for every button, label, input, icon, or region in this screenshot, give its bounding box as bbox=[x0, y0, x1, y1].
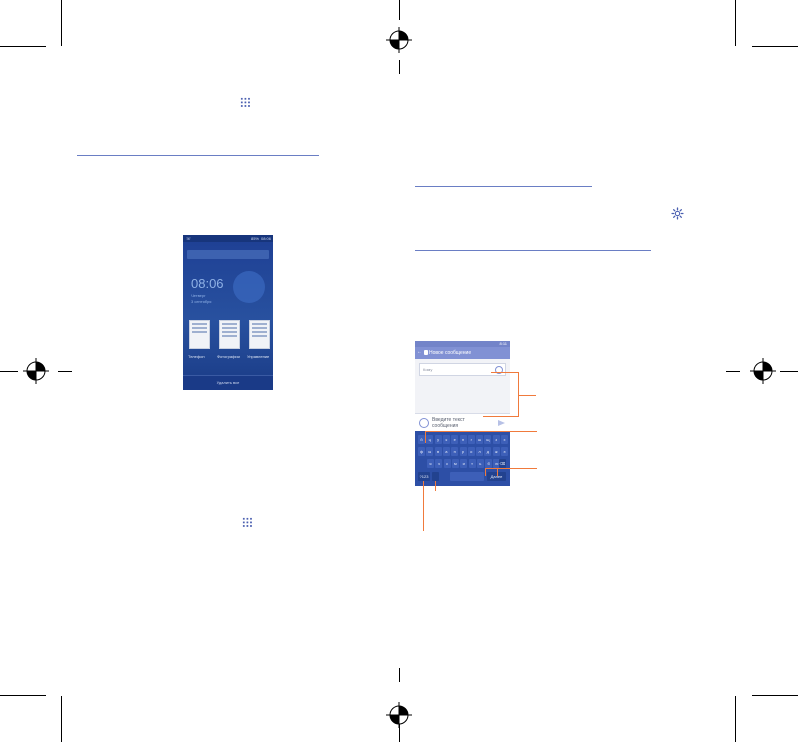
date-widget: Четверг 3 сентября bbox=[191, 293, 212, 304]
compose-placeholder: Введите текст сообщения bbox=[432, 417, 465, 429]
crop-mark bbox=[780, 371, 798, 372]
crop-mark bbox=[399, 60, 400, 74]
keyboard-key: г bbox=[467, 435, 475, 444]
crop-mark bbox=[0, 695, 46, 696]
keyboard-key: й bbox=[418, 435, 425, 444]
recent-app-card bbox=[219, 320, 240, 349]
keyboard-key: и bbox=[460, 459, 468, 468]
clear-all-bar: Удалить все bbox=[183, 375, 273, 390]
apps-grid-icon bbox=[240, 97, 251, 108]
crop-mark bbox=[61, 696, 62, 742]
registration-mark-icon bbox=[23, 358, 49, 384]
clock-widget: 08:06 bbox=[191, 276, 224, 291]
keyboard-key: э bbox=[501, 447, 508, 456]
keyboard-key: з bbox=[492, 435, 500, 444]
keyboard-key: с bbox=[443, 459, 451, 468]
registration-mark-icon bbox=[386, 702, 412, 728]
recent-app-label: Фотографии bbox=[217, 354, 240, 359]
section-rule bbox=[415, 250, 651, 251]
keyboard-key: о bbox=[467, 447, 475, 456]
recent-apps-screenshot: ☏ 85% 08:06 08:06 Четверг 3 сентября Тел… bbox=[183, 235, 273, 390]
weather-widget bbox=[233, 271, 265, 303]
recent-app-card bbox=[189, 320, 210, 349]
send-icon bbox=[498, 420, 505, 426]
recent-app-label: Телефон bbox=[188, 354, 205, 359]
callout-line bbox=[497, 468, 498, 476]
crop-mark bbox=[58, 371, 72, 372]
battery-level: 85% bbox=[250, 236, 259, 241]
keyboard-key: т bbox=[468, 459, 476, 468]
keyboard: й ц у к е н г ш щ з х ф ы в а п р о л д ж э я ч с м и т ь б ю ?123 Далее… bbox=[415, 431, 510, 486]
keyboard-key: ш bbox=[476, 435, 484, 444]
crop-mark bbox=[752, 695, 798, 696]
callout-line bbox=[485, 468, 486, 476]
status-time: 08:06 bbox=[260, 236, 271, 241]
keyboard-key: у bbox=[434, 435, 442, 444]
app-bar: ← Новое сообщение bbox=[415, 347, 510, 359]
attach-icon bbox=[419, 418, 429, 428]
clear-all-label: Удалить все bbox=[216, 380, 240, 385]
crop-mark bbox=[752, 46, 798, 47]
messaging-screenshot: 8:11 ← Новое сообщение Кому Введите текс… bbox=[415, 341, 510, 486]
registration-mark-icon bbox=[750, 358, 776, 384]
microphone-icon bbox=[432, 472, 439, 481]
keyboard-key: л bbox=[476, 447, 484, 456]
recipient-placeholder: Кому bbox=[423, 367, 433, 372]
callout-line bbox=[485, 468, 537, 469]
space-key bbox=[450, 472, 484, 481]
callout-line bbox=[483, 416, 519, 417]
status-time: 8:11 bbox=[499, 341, 508, 346]
crop-mark bbox=[735, 0, 736, 46]
crop-mark bbox=[399, 668, 400, 682]
search-bar bbox=[187, 250, 269, 259]
callout-line bbox=[425, 431, 537, 432]
keyboard-key: д bbox=[484, 447, 492, 456]
keyboard-key: е bbox=[451, 435, 459, 444]
keyboard-key: ч bbox=[435, 459, 443, 468]
keyboard-key: х bbox=[501, 435, 508, 444]
keyboard-key: н bbox=[459, 435, 467, 444]
keyboard-key: щ bbox=[484, 435, 492, 444]
back-arrow-icon: ← bbox=[417, 349, 422, 355]
crop-mark bbox=[0, 46, 46, 47]
recent-app-label: Управление bbox=[247, 354, 270, 359]
keyboard-key: ы bbox=[426, 447, 434, 456]
keyboard-key: ц bbox=[426, 435, 434, 444]
section-rule bbox=[77, 155, 319, 156]
phone-icon: ☏ bbox=[186, 236, 192, 241]
status-bar: ☏ 85% 08:06 bbox=[183, 235, 273, 242]
callout-line bbox=[491, 372, 519, 373]
callout-line bbox=[518, 395, 536, 396]
message-icon bbox=[424, 350, 428, 355]
crop-mark bbox=[399, 0, 400, 20]
crop-mark bbox=[726, 371, 740, 372]
keyboard-key: ь bbox=[476, 459, 484, 468]
symbols-key: ?123 bbox=[418, 472, 430, 481]
keyboard-key: я bbox=[427, 459, 434, 468]
crop-mark bbox=[735, 696, 736, 742]
keyboard-key: в bbox=[434, 447, 442, 456]
keyboard-key: б bbox=[485, 459, 493, 468]
section-rule bbox=[415, 186, 592, 187]
gear-icon bbox=[671, 207, 684, 220]
keyboard-key: ф bbox=[418, 447, 425, 456]
keyboard-key: м bbox=[451, 459, 459, 468]
keyboard-key: а bbox=[442, 447, 450, 456]
keyboard-key: к bbox=[442, 435, 450, 444]
crop-mark bbox=[0, 371, 18, 372]
recipient-field: Кому bbox=[419, 363, 506, 376]
recent-app-card bbox=[249, 320, 270, 349]
backspace-key: ⌫ bbox=[499, 459, 506, 468]
callout-line bbox=[435, 481, 436, 491]
keyboard-key: п bbox=[451, 447, 459, 456]
registration-mark-icon bbox=[386, 27, 412, 53]
keyboard-key: ж bbox=[492, 447, 500, 456]
callout-line bbox=[425, 431, 426, 443]
apps-grid-icon bbox=[242, 517, 253, 528]
keyboard-key: р bbox=[459, 447, 467, 456]
callout-line bbox=[423, 481, 424, 531]
crop-mark bbox=[61, 0, 62, 46]
screen-title: Новое сообщение bbox=[429, 350, 472, 356]
